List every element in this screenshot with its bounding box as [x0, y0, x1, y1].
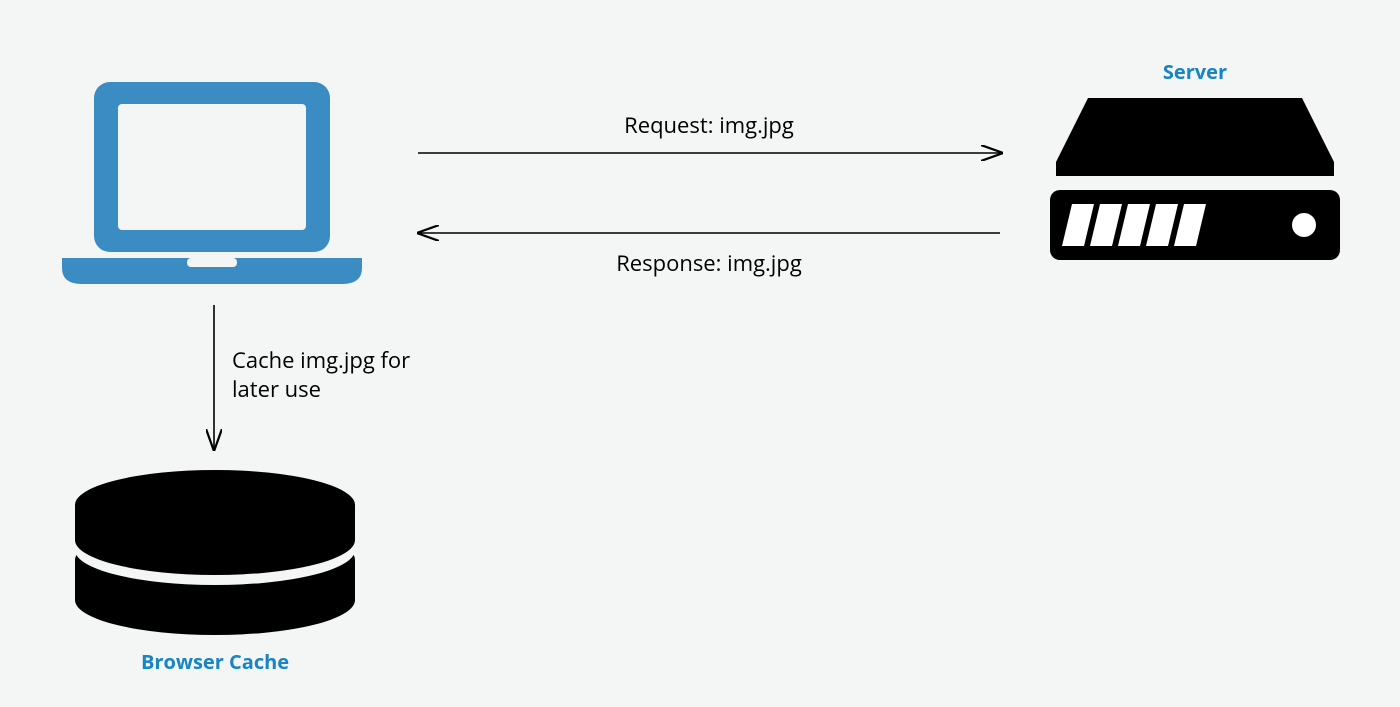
arrow-response-label: Response: img.jpg	[418, 248, 1000, 278]
arrow-store-label: Cache img.jpg for later use	[232, 346, 432, 403]
server-icon	[1050, 98, 1340, 260]
browser-cache-label: Browser Cache	[75, 648, 355, 675]
server-label: Server	[1050, 58, 1340, 85]
database-icon	[75, 470, 355, 635]
arrow-request-label: Request: img.jpg	[418, 110, 1000, 140]
laptop-icon	[62, 82, 362, 284]
